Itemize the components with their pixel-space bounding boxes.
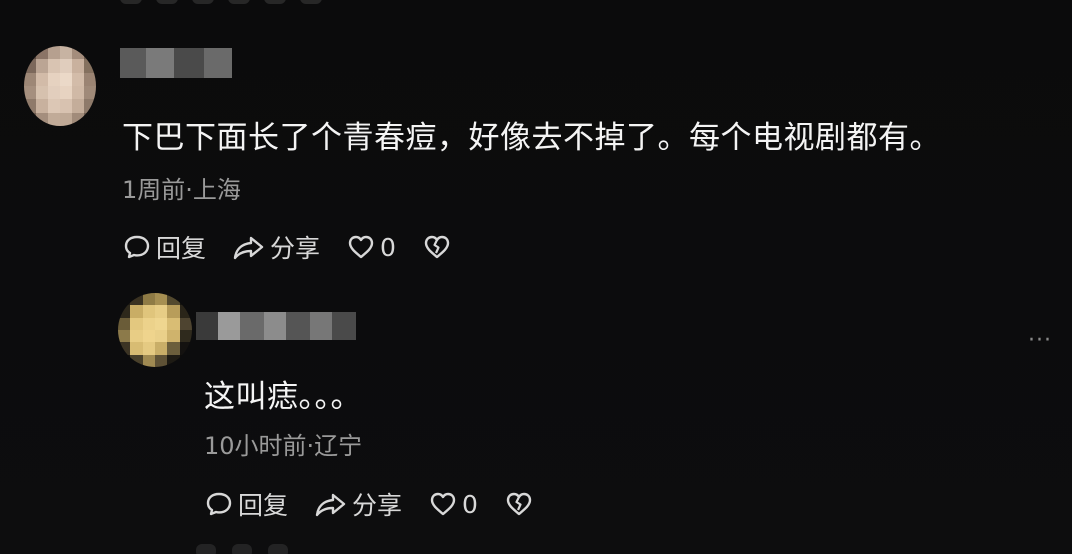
broken-heart-icon bbox=[506, 492, 532, 516]
reply-label: 回复 bbox=[156, 234, 207, 263]
share-arrow-icon bbox=[233, 236, 264, 260]
like-count: 0 bbox=[380, 232, 396, 262]
reply-meta: 10小时前·辽宁 bbox=[204, 432, 363, 460]
reply-text: 这叫痣。。。 bbox=[204, 379, 362, 415]
like-button[interactable]: 0 bbox=[346, 232, 396, 262]
share-arrow-icon bbox=[315, 493, 346, 517]
reply-avatar[interactable] bbox=[118, 293, 192, 367]
like-count: 0 bbox=[462, 489, 478, 519]
reply-actions: 回复 分享 0 bbox=[204, 486, 560, 522]
reply-reply-button[interactable]: 回复 bbox=[204, 486, 288, 522]
dislike-button[interactable] bbox=[422, 232, 452, 262]
share-label: 分享 bbox=[352, 491, 403, 520]
avatar[interactable] bbox=[24, 46, 96, 126]
comments-page: 下巴下面长了个青春痘，好像去不掉了。每个电视剧都有。 1周前·上海 回复 分享 … bbox=[0, 0, 1072, 554]
share-button[interactable]: 分享 bbox=[232, 229, 320, 265]
reply-share-button[interactable]: 分享 bbox=[314, 486, 402, 522]
heart-icon bbox=[348, 235, 374, 259]
comment-actions: 回复 分享 0 bbox=[122, 229, 478, 265]
more-icon[interactable]: ··· bbox=[1028, 328, 1052, 353]
broken-heart-icon bbox=[424, 235, 450, 259]
chat-bubble-icon bbox=[124, 235, 150, 259]
comment-text: 下巴下面长了个青春痘，好像去不掉了。每个电视剧都有。 bbox=[122, 120, 941, 156]
heart-icon bbox=[430, 492, 456, 516]
reply-label: 回复 bbox=[238, 491, 289, 520]
reply-username-blurred[interactable] bbox=[196, 312, 356, 340]
reply-like-button[interactable]: 0 bbox=[428, 489, 478, 519]
comment-meta: 1周前·上海 bbox=[122, 176, 241, 204]
share-label: 分享 bbox=[270, 234, 321, 263]
reply-dislike-button[interactable] bbox=[504, 489, 534, 519]
reply-button[interactable]: 回复 bbox=[122, 229, 206, 265]
next-comment-fragment bbox=[196, 544, 288, 554]
previous-actions-fragment bbox=[120, 0, 322, 4]
username-blurred[interactable] bbox=[120, 48, 232, 78]
chat-bubble-icon bbox=[206, 492, 232, 516]
